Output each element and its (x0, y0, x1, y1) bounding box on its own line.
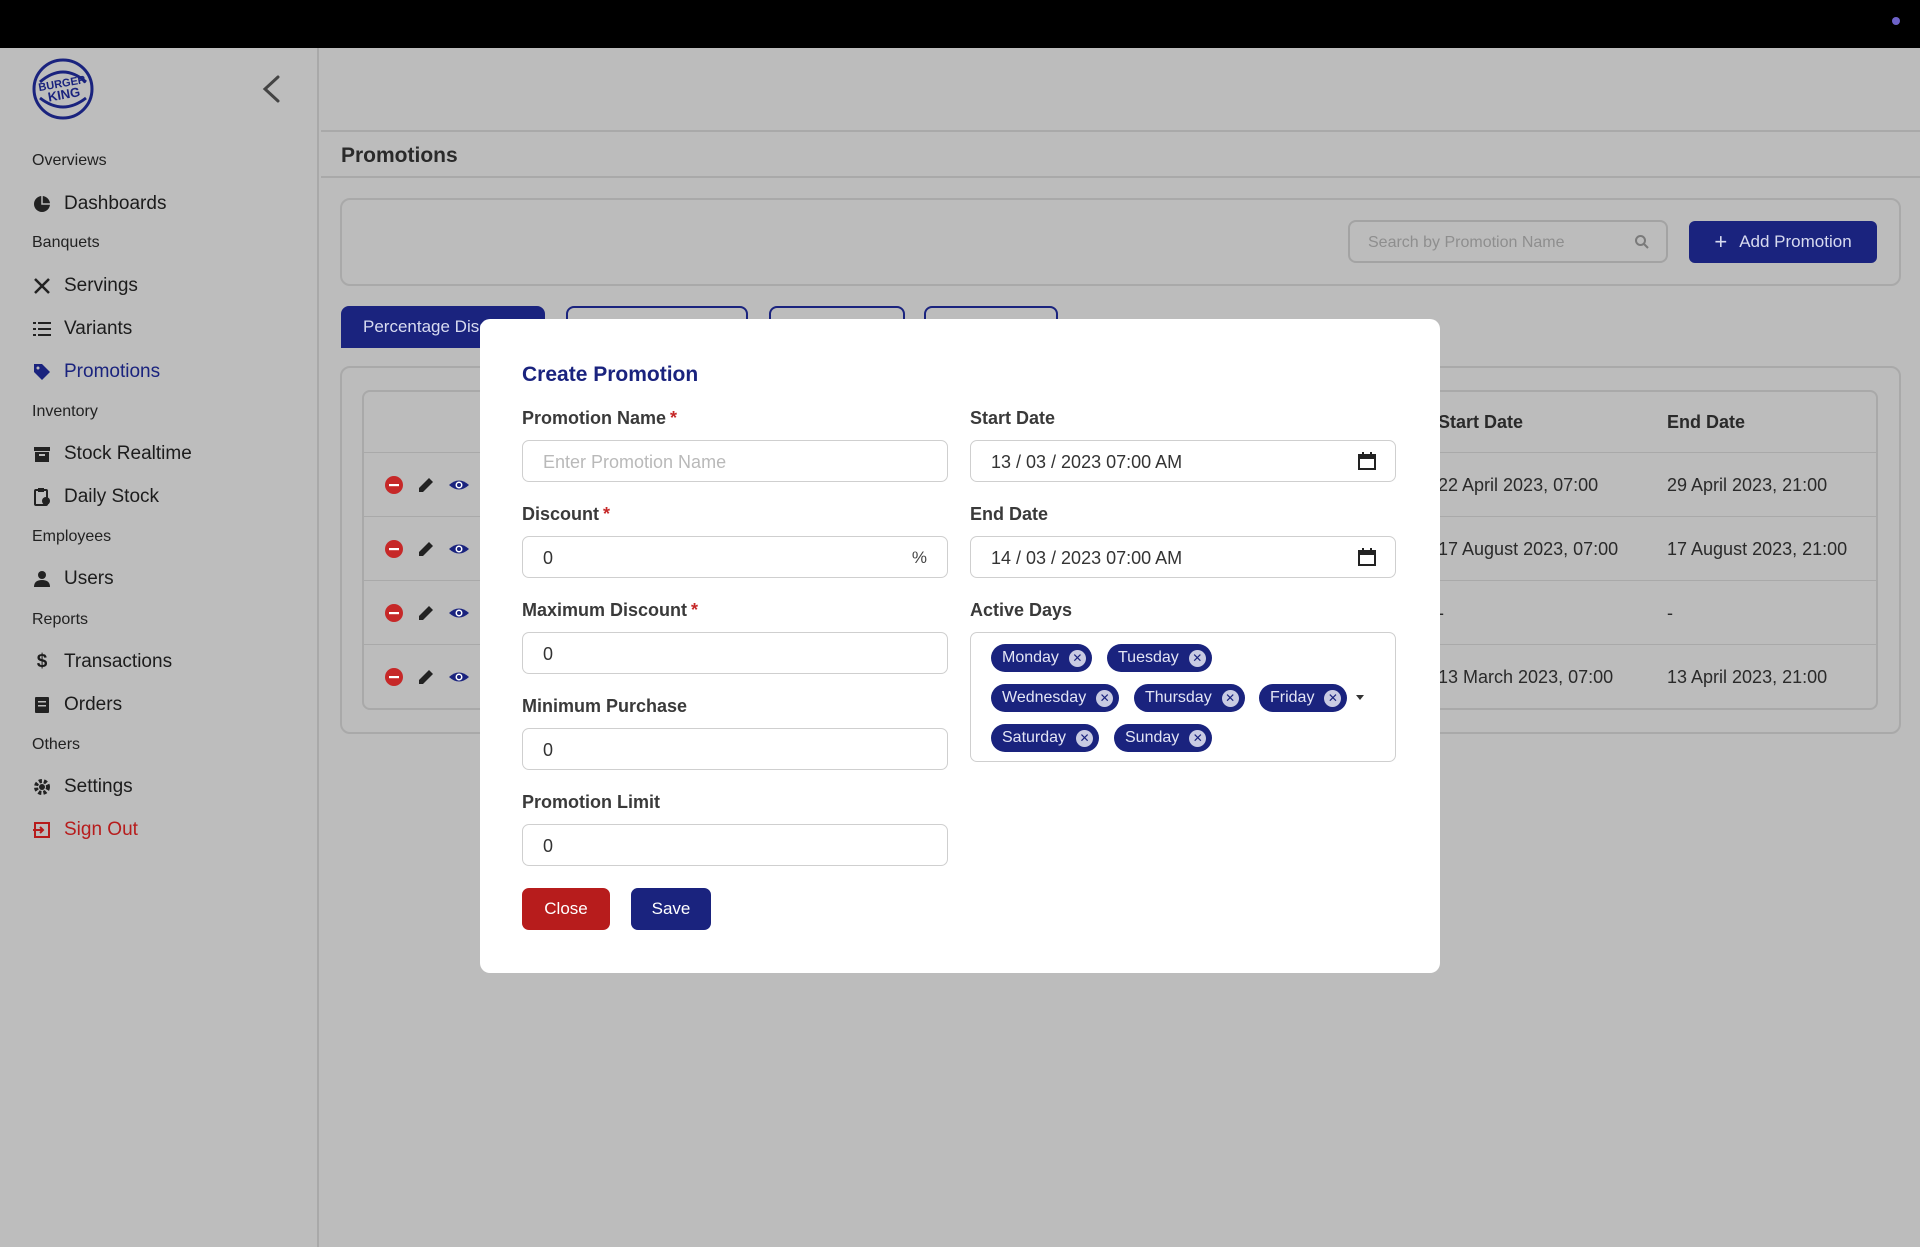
minimum-purchase-input[interactable]: 0 (522, 728, 948, 770)
chip-thursday: Thursday ✕ (1134, 684, 1245, 712)
promotion-name-label: Promotion Name * (522, 408, 678, 428)
start-date-label: Start Date (970, 408, 1056, 428)
promotion-name-input[interactable]: Enter Promotion Name (522, 440, 948, 482)
save-button[interactable]: Save (631, 888, 711, 930)
start-date-input[interactable]: 13 / 03 / 2023 07:00 AM (970, 440, 1396, 482)
chip-sunday: Sunday ✕ (1114, 724, 1213, 752)
end-date-value: 14 / 03 / 2023 07:00 AM (991, 548, 1183, 568)
modal-title: Create Promotion (522, 363, 699, 386)
remove-chip-icon[interactable]: ✕ (1221, 689, 1239, 707)
dropdown-caret-icon[interactable] (1356, 695, 1364, 700)
end-date-label: End Date (970, 504, 1049, 524)
minimum-purchase-label: Minimum Purchase (522, 696, 688, 716)
remove-chip-icon[interactable]: ✕ (1324, 689, 1342, 707)
discount-value: 0 (543, 548, 554, 568)
end-date-input[interactable]: 14 / 03 / 2023 07:00 AM (970, 536, 1396, 578)
promotion-name-placeholder: Enter Promotion Name (543, 452, 727, 472)
maximum-discount-value: 0 (543, 644, 554, 664)
maximum-discount-input[interactable]: 0 (522, 632, 948, 674)
maximum-discount-label: Maximum Discount * (522, 600, 699, 620)
promotion-limit-label: Promotion Limit (522, 792, 660, 812)
status-dot-icon (1892, 17, 1900, 25)
calendar-icon[interactable] (1357, 547, 1377, 567)
minimum-purchase-value: 0 (543, 740, 554, 760)
chip-friday: Friday ✕ (1259, 684, 1348, 712)
discount-label: Discount * (522, 504, 611, 524)
remove-chip-icon[interactable]: ✕ (1188, 649, 1206, 667)
start-date-value: 13 / 03 / 2023 07:00 AM (991, 452, 1183, 472)
remove-chip-icon[interactable]: ✕ (1068, 649, 1086, 667)
system-status-bar (0, 0, 1920, 48)
active-days-label: Active Days (970, 600, 1073, 620)
close-button[interactable]: Close (522, 888, 610, 930)
remove-chip-icon[interactable]: ✕ (1096, 689, 1114, 707)
percent-suffix: % (911, 548, 927, 567)
remove-chip-icon[interactable]: ✕ (1076, 729, 1094, 747)
promotion-limit-input[interactable]: 0 (522, 824, 948, 866)
discount-input[interactable]: 0 % (522, 536, 948, 578)
remove-chip-icon[interactable]: ✕ (1189, 729, 1207, 747)
chip-tuesday: Tuesday ✕ (1107, 644, 1212, 672)
chip-wednesday: Wednesday ✕ (991, 684, 1120, 712)
chip-monday: Monday ✕ (991, 644, 1092, 672)
promotion-limit-value: 0 (543, 836, 554, 856)
chip-saturday: Saturday ✕ (991, 724, 1100, 752)
create-promotion-modal: Create Promotion Promotion Name * Enter P… (480, 319, 1440, 973)
calendar-icon[interactable] (1357, 451, 1377, 471)
